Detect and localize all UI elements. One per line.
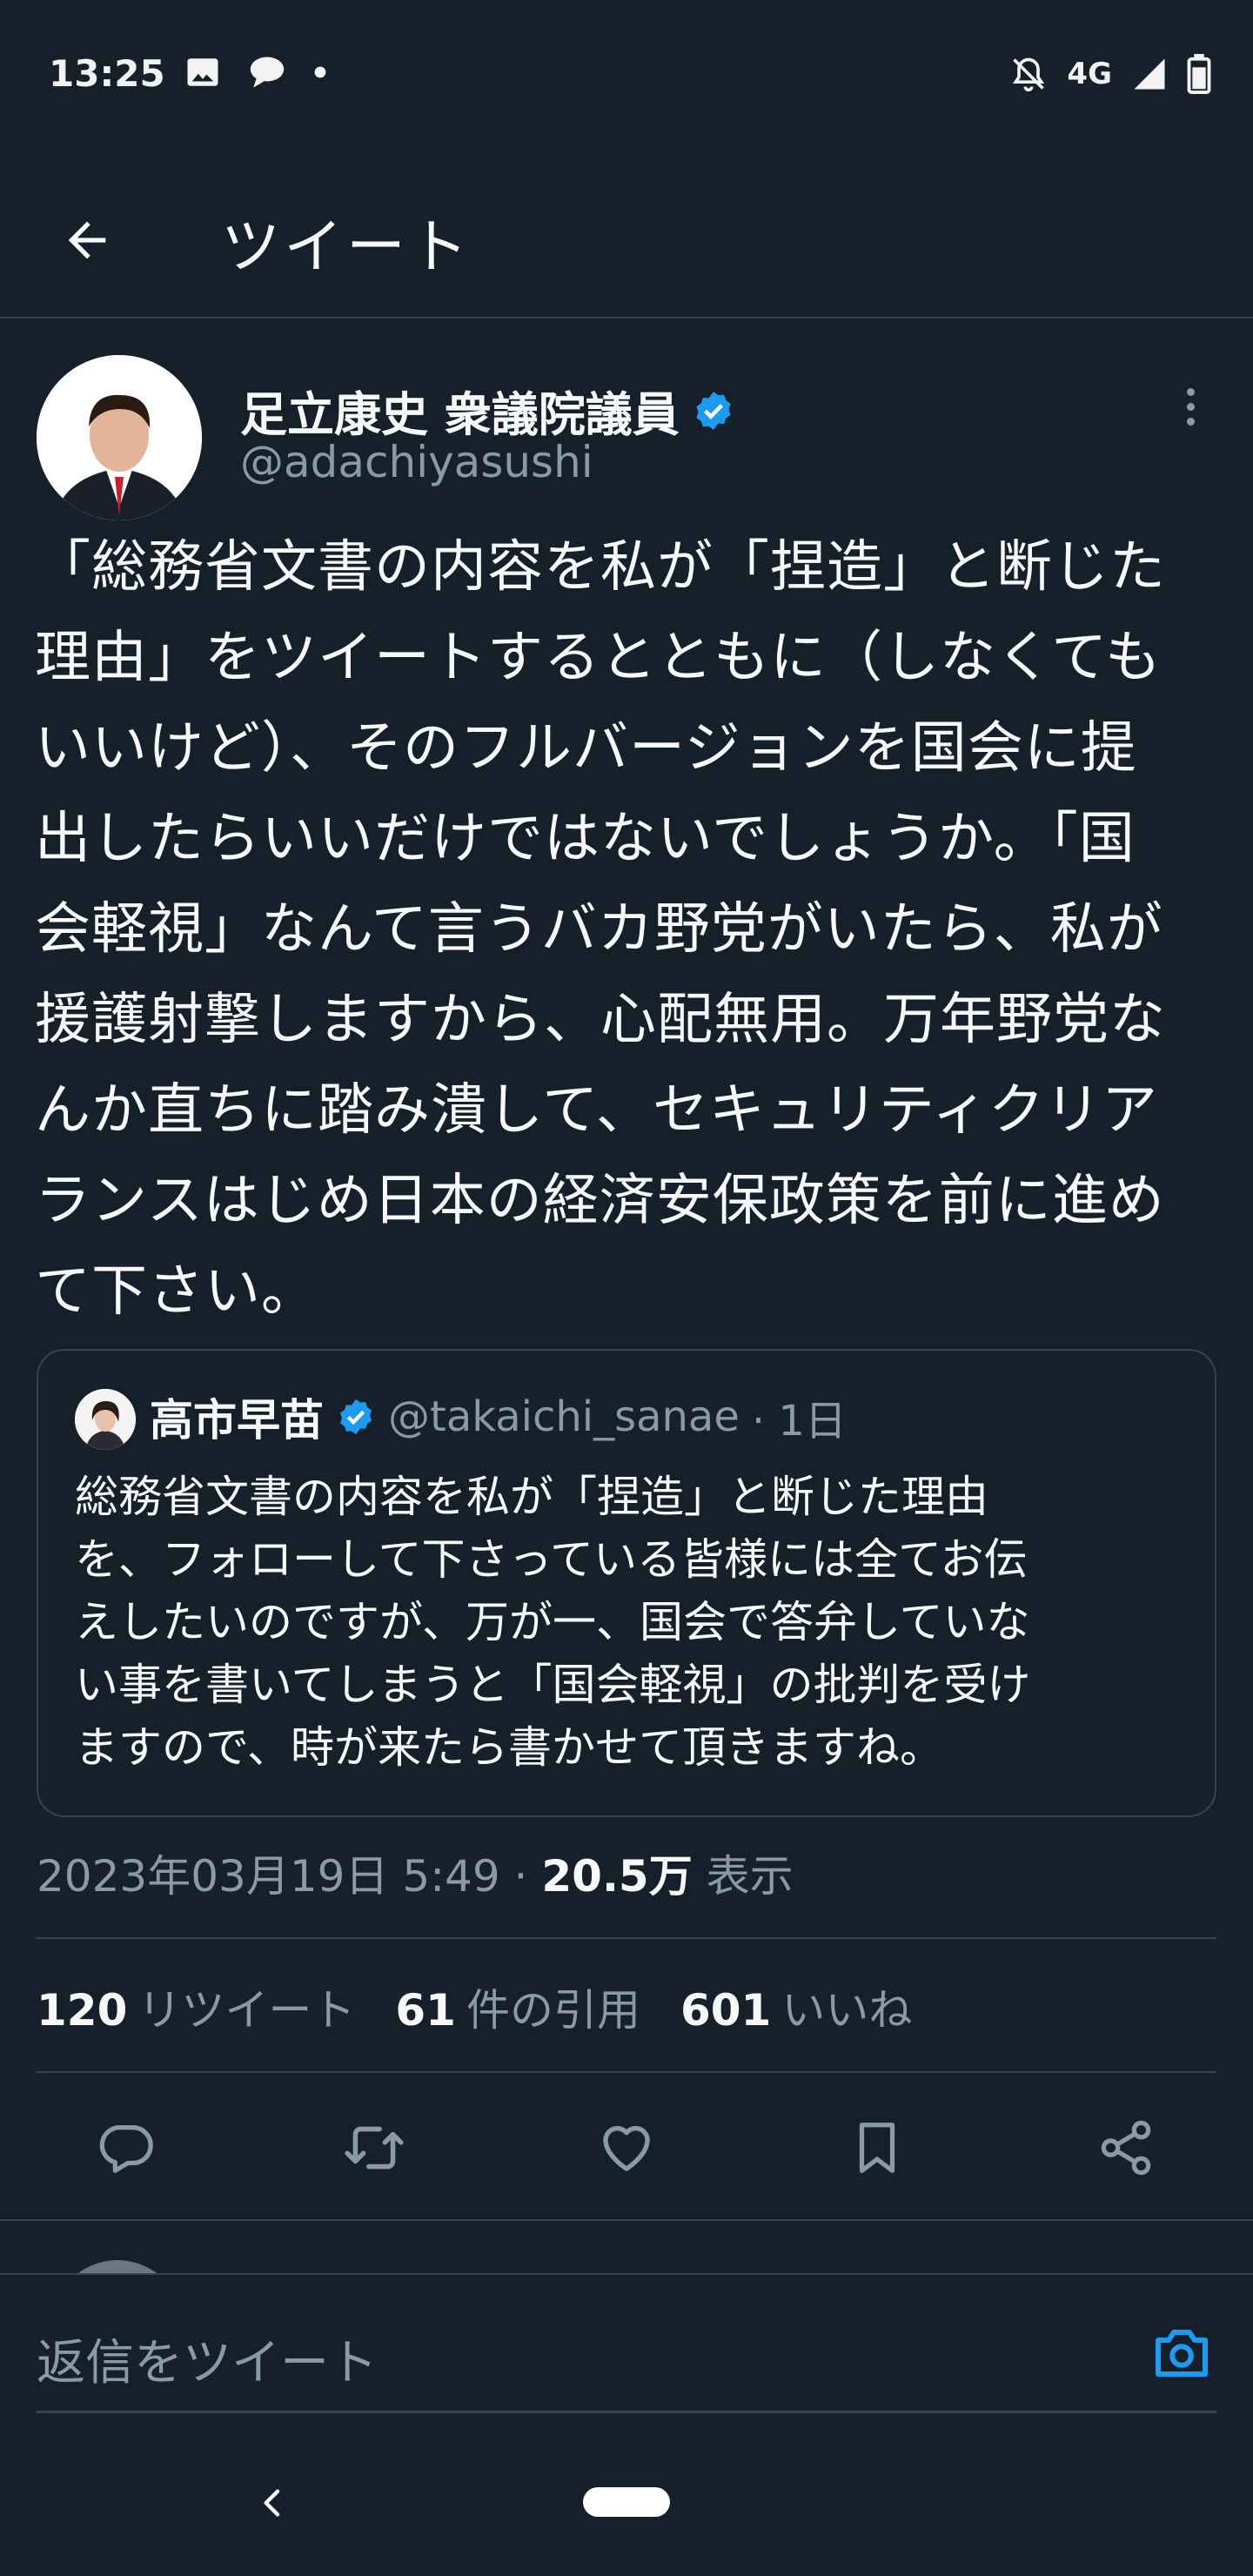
back-button[interactable] [52,205,122,275]
chevron-left-icon [264,2489,280,2517]
view-label: 表示 [692,1851,794,1902]
engagement-stats: 120 リツイート 61 件の引用 601 いいね [37,1976,912,2038]
tweet-text-line: 理由」をツイートするとともに（しなくても [35,626,1162,690]
tweet-actions [0,2104,1253,2191]
more-dot-icon [1186,402,1195,411]
tweet-detail-screen: 13:25 4G ツイート 足立康史 衆議院議員 @adachiyasushi … [0,0,1253,2576]
divider [37,2071,1216,2073]
retweet-button[interactable] [339,2113,409,2183]
tweet-text-line: いいけど）、そのフルバージョンを国会に提 [35,716,1137,781]
tweet-datetime: 2023年03月19日 5:49 · [37,1851,542,1902]
quote-label: 件の引用 [466,1985,640,2036]
tweet-text-line: て下さい。 [35,1259,318,1324]
like-count: 601 [680,1985,772,2036]
like-stat[interactable]: 601 いいね [680,1976,912,2038]
tweet-text-line: んか直ちに踏み潰して、セキュリティクリア [35,1078,1159,1143]
quote-header: 高市早苗 @takaichi_sanae · 1日 [150,1385,847,1448]
quote-avatar-image [75,1389,136,1450]
notification-icons [184,54,327,91]
tweet-text-line: 援護射撃しますから、心配無用。万年野党な [35,988,1166,1052]
reply-input[interactable]: 返信をツイート [37,2324,378,2394]
status-bar: 13:25 4G [0,0,1253,148]
divider [37,1937,1216,1939]
camera-icon [1156,2330,1208,2377]
signal-icon [1134,58,1165,90]
reply-button[interactable] [90,2113,160,2183]
verified-badge-icon [339,1399,372,1435]
quote-author-handle: @takaichi_sanae [388,1392,740,1441]
reply-composer: 返信をツイート [0,2273,1253,2421]
quote-text-line: 総務省文書の内容を私が「捏造」と断じた理由 [75,1472,988,1522]
status-time: 13:25 [49,52,165,95]
retweet-label: リツイート [137,1985,356,2036]
page-title: ツイート [221,213,472,282]
author-handle[interactable]: @adachiyasushi [240,437,593,487]
tweet-text-line: 会軽視」なんて言うバカ野党がいたら、私が [35,897,1163,962]
quote-text-line: を、フォローして下さっている皆様には全てお伝 [75,1534,1028,1585]
retweet-icon [345,2126,404,2170]
retweet-stat[interactable]: 120 リツイート [37,1976,355,2038]
share-button[interactable] [1091,2113,1161,2183]
quoted-tweet-card[interactable]: 高市早苗 @takaichi_sanae · 1日 総務省文書の内容を私が「捏造… [37,1349,1216,1817]
dot-icon [314,66,326,78]
bookmark-button[interactable] [842,2113,912,2183]
author-avatar-image [37,355,202,520]
quote-text: 総務省文書の内容を私が「捏造」と断じた理由 を、フォローして下さっている皆様には… [75,1466,1197,1779]
system-nav-bar [0,2437,1253,2576]
camera-button[interactable] [1147,2318,1216,2388]
more-dot-icon [1186,387,1195,396]
verified-badge-icon [696,391,731,430]
author-name[interactable]: 足立康史 衆議院議員 [240,376,680,445]
bookmark-icon [859,2123,895,2173]
like-button[interactable] [592,2113,661,2183]
arrow-left-icon [68,221,106,259]
author-name-row: 足立康史 衆議院議員 [240,376,735,445]
image-icon [187,58,218,86]
network-type: 4G [1067,57,1112,91]
quote-count: 61 [395,1985,456,2036]
quote-timestamp: · 1日 [751,1397,847,1446]
like-label: いいね [781,1985,913,2036]
reply-underline [37,2411,1216,2413]
retweet-count: 120 [37,1985,128,2036]
reply-icon [99,2125,153,2173]
top-app-bar: ツイート [0,165,1253,319]
quote-text-line: ますので、時が来たら書かせて頂きますね。 [75,1722,943,1773]
chat-bubble-icon [250,57,285,88]
home-pill-button[interactable] [583,2487,670,2517]
tweet-text: 「総務省文書の内容を私が「捏造」と断じた 理由」をツイートするとともに（しなくて… [35,522,1227,1337]
tweet-text-line: 「総務省文書の内容を私が「捏造」と断じた [35,535,1166,600]
share-icon [1101,2120,1151,2176]
bell-off-icon [1013,57,1045,92]
system-icons: 4G [1009,54,1211,94]
quote-text-line: い事を書いてしまうと「国会軽視」の批判を受け [75,1660,1031,1710]
more-dot-icon [1186,417,1195,426]
quote-stat[interactable]: 61 件の引用 [395,1976,640,2038]
more-options-button[interactable] [1166,376,1215,437]
quote-text-line: えしたいのですが、万が一、国会で答弁していな [75,1597,1030,1647]
tweet-meta: 2023年03月19日 5:49 · 20.5万 表示 [37,1841,794,1904]
reply-avatar [52,2260,183,2273]
like-icon [603,2125,650,2171]
view-count[interactable]: 20.5万 [541,1851,692,1902]
tweet-text-line: ランスはじめ日本の経済安保政策を前に進め [35,1169,1165,1233]
battery-icon [1187,54,1211,94]
quote-author-avatar [75,1389,136,1450]
next-reply-peek[interactable] [0,2221,1253,2273]
tweet-text-line: 出したらいいだけではないでしょうか。「国 [35,807,1136,871]
quote-author-name: 高市早苗 [150,1395,324,1446]
nav-back-button[interactable] [247,2477,299,2529]
author-avatar[interactable] [37,355,202,520]
